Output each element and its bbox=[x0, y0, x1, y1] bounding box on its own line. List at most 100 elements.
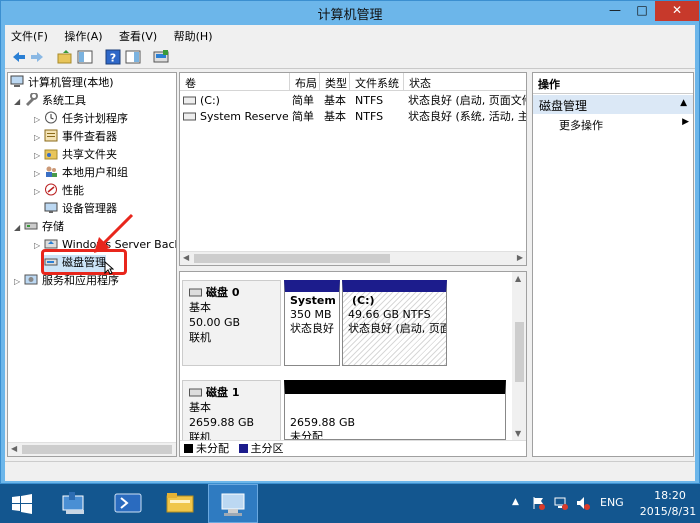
back-arrow-icon[interactable] bbox=[11, 49, 27, 65]
cell-status: 状态良好 (系统, 活动, 主分 bbox=[408, 110, 526, 123]
cell-volume: (C:) bbox=[200, 94, 220, 107]
tree-item-system-tools[interactable]: ◢ 系统工具 bbox=[14, 93, 86, 110]
help-icon[interactable]: ? bbox=[105, 49, 121, 65]
partition-size: 2659.88 GB bbox=[290, 416, 356, 429]
tree-item-label: 服务和应用程序 bbox=[42, 274, 119, 287]
show-hide-tree-icon[interactable] bbox=[77, 49, 93, 65]
disk-0-label[interactable]: 磁盘 0 基本 50.00 GB 联机 bbox=[182, 280, 281, 366]
taskbar-file-explorer[interactable] bbox=[156, 484, 204, 523]
column-header-filesystem[interactable]: 文件系统 bbox=[350, 73, 404, 91]
minimize-button[interactable]: — bbox=[601, 1, 629, 21]
scroll-down-arrow-icon[interactable]: ▼ bbox=[515, 429, 521, 438]
collapse-arrow-icon[interactable]: ◢ bbox=[14, 94, 24, 110]
disk-properties-icon[interactable] bbox=[153, 49, 169, 65]
status-bar bbox=[5, 461, 695, 481]
tree-item-task-scheduler[interactable]: ▷ 任务计划程序 bbox=[34, 111, 128, 128]
clock-time[interactable]: 18:20 bbox=[640, 489, 700, 502]
legend-swatch-primary bbox=[238, 444, 248, 453]
partition-status: 状态良好 (启动, 页面 bbox=[348, 322, 447, 335]
table-row[interactable]: (C:) 简单 基本 NTFS 状态良好 (启动, 页面文件 bbox=[180, 93, 526, 109]
tree-item-services-applications[interactable]: ▷ 服务和应用程序 bbox=[14, 273, 119, 290]
system-tools-icon bbox=[26, 93, 38, 106]
shared-folder-icon bbox=[44, 149, 58, 160]
partition-name: System bbox=[290, 294, 336, 307]
network-icon[interactable] bbox=[554, 496, 568, 510]
forward-arrow-icon[interactable] bbox=[29, 49, 45, 65]
folder-icon bbox=[166, 493, 194, 513]
volume-horizontal-scrollbar[interactable]: ◀ ▶ bbox=[180, 251, 526, 265]
taskbar-powershell[interactable] bbox=[104, 484, 152, 523]
clock-icon bbox=[45, 111, 57, 124]
scroll-thumb[interactable] bbox=[22, 445, 172, 454]
legend-swatch-unallocated bbox=[184, 444, 193, 453]
partition-system-reserved[interactable]: System 350 MB 状态良好 bbox=[284, 280, 340, 366]
tree-item-computer-management[interactable]: 计算机管理(本地) bbox=[10, 75, 114, 92]
taskbar-server-manager[interactable] bbox=[50, 484, 100, 523]
collapse-arrow-icon[interactable]: ◢ bbox=[14, 220, 24, 236]
expand-arrow-icon[interactable]: ▷ bbox=[34, 166, 44, 182]
menu-action[interactable]: 操作(A) bbox=[58, 25, 109, 44]
disk-1-title: 磁盘 1 bbox=[189, 385, 280, 400]
scroll-left-arrow-icon[interactable]: ◀ bbox=[11, 444, 17, 453]
up-folder-icon[interactable] bbox=[57, 49, 73, 65]
disk-1-label[interactable]: 磁盘 1 基本 2659.88 GB 联机 bbox=[182, 380, 281, 446]
expand-arrow-icon[interactable]: ▷ bbox=[34, 130, 44, 146]
tree-item-local-users-groups[interactable]: ▷ 本地用户和组 bbox=[34, 165, 128, 182]
actions-section-label: 磁盘管理 bbox=[539, 99, 588, 113]
title-bar[interactable]: 计算机管理 — □ ✕ bbox=[1, 1, 699, 25]
close-button[interactable]: ✕ bbox=[655, 1, 699, 21]
input-language[interactable]: ENG bbox=[600, 496, 624, 509]
column-header-status[interactable]: 状态 bbox=[404, 73, 526, 91]
scroll-up-arrow-icon[interactable]: ▲ bbox=[515, 274, 521, 283]
tree-item-performance[interactable]: ▷ 性能 bbox=[34, 183, 84, 200]
clock-date[interactable]: 2015/8/31 bbox=[636, 505, 700, 518]
maximize-button[interactable]: □ bbox=[629, 1, 655, 21]
start-button[interactable] bbox=[0, 484, 48, 523]
legend-label-unallocated: 未分配 bbox=[196, 442, 229, 455]
disk-name: 磁盘 0 bbox=[206, 286, 240, 299]
tree-item-shared-folders[interactable]: ▷ 共享文件夹 bbox=[34, 147, 117, 164]
column-header-layout[interactable]: 布局 bbox=[290, 73, 320, 91]
flag-notification-icon[interactable] bbox=[532, 496, 546, 510]
tree-horizontal-scrollbar[interactable]: ◀ bbox=[8, 442, 176, 456]
disk-0-title: 磁盘 0 bbox=[189, 285, 280, 300]
scroll-thumb[interactable] bbox=[515, 322, 524, 382]
menu-help[interactable]: 帮助(H) bbox=[168, 25, 220, 44]
scroll-right-arrow-icon[interactable]: ▶ bbox=[517, 253, 523, 262]
expand-arrow-icon[interactable]: ▷ bbox=[34, 184, 44, 200]
taskbar-computer-management[interactable] bbox=[208, 484, 258, 523]
column-header-type[interactable]: 类型 bbox=[320, 73, 350, 91]
main-content: 计算机管理(本地) ◢ 系统工具 ▷ 任务计划程序 ▷ 事件查看器 ▷ 共享文件夹 ▷ 本… bbox=[5, 69, 695, 461]
disk-graphical-view: 磁盘 0 基本 50.00 GB 联机 System 350 MB 状态良好 (… bbox=[179, 271, 527, 457]
more-actions-item[interactable]: 更多操作 ▶ bbox=[559, 117, 689, 133]
menu-view[interactable]: 查看(V) bbox=[113, 25, 164, 44]
annotation-arrow bbox=[94, 213, 134, 253]
collapse-triangle-icon[interactable]: ▲ bbox=[680, 98, 687, 108]
scroll-thumb[interactable] bbox=[194, 254, 390, 263]
partition-unallocated[interactable]: 2659.88 GB 未分配 bbox=[284, 380, 506, 440]
tree-item-event-viewer[interactable]: ▷ 事件查看器 bbox=[34, 129, 117, 146]
scroll-left-arrow-icon[interactable]: ◀ bbox=[183, 253, 189, 262]
expand-arrow-icon[interactable]: ▷ bbox=[34, 148, 44, 164]
event-viewer-icon bbox=[44, 129, 58, 142]
expand-arrow-icon[interactable]: ▷ bbox=[34, 112, 44, 128]
menu-file[interactable]: 文件(F) bbox=[5, 25, 55, 44]
actions-section-disk-management[interactable]: 磁盘管理 ▲ bbox=[533, 95, 693, 114]
show-hidden-icons-icon[interactable]: ▲ bbox=[512, 497, 519, 507]
partition-c-drive[interactable]: (C:) 49.66 GB NTFS 状态良好 (启动, 页面 bbox=[342, 280, 447, 366]
expand-arrow-icon[interactable]: ▷ bbox=[14, 274, 24, 290]
tree-item-storage[interactable]: ◢ 存储 bbox=[14, 219, 64, 236]
toolbar: ? bbox=[5, 45, 695, 69]
navigation-tree: 计算机管理(本地) ◢ 系统工具 ▷ 任务计划程序 ▷ 事件查看器 ▷ 共享文件夹 ▷ 本… bbox=[7, 72, 177, 457]
window-title: 计算机管理 bbox=[317, 8, 383, 23]
actions-header: 操作 bbox=[533, 73, 693, 94]
volume-icon bbox=[183, 112, 196, 121]
column-header-volume[interactable]: 卷 bbox=[180, 73, 290, 91]
show-hide-action-pane-icon[interactable] bbox=[125, 49, 141, 65]
partition-size: 350 MB bbox=[290, 308, 332, 321]
volume-muted-icon[interactable] bbox=[576, 496, 590, 510]
menu-bar: 文件(F) 操作(A) 查看(V) 帮助(H) bbox=[5, 25, 695, 45]
disk-vertical-scrollbar[interactable]: ▲ ▼ bbox=[512, 272, 526, 440]
table-row[interactable]: System Reserved 简单 基本 NTFS 状态良好 (系统, 活动,… bbox=[180, 109, 526, 125]
volume-icon bbox=[183, 96, 196, 105]
